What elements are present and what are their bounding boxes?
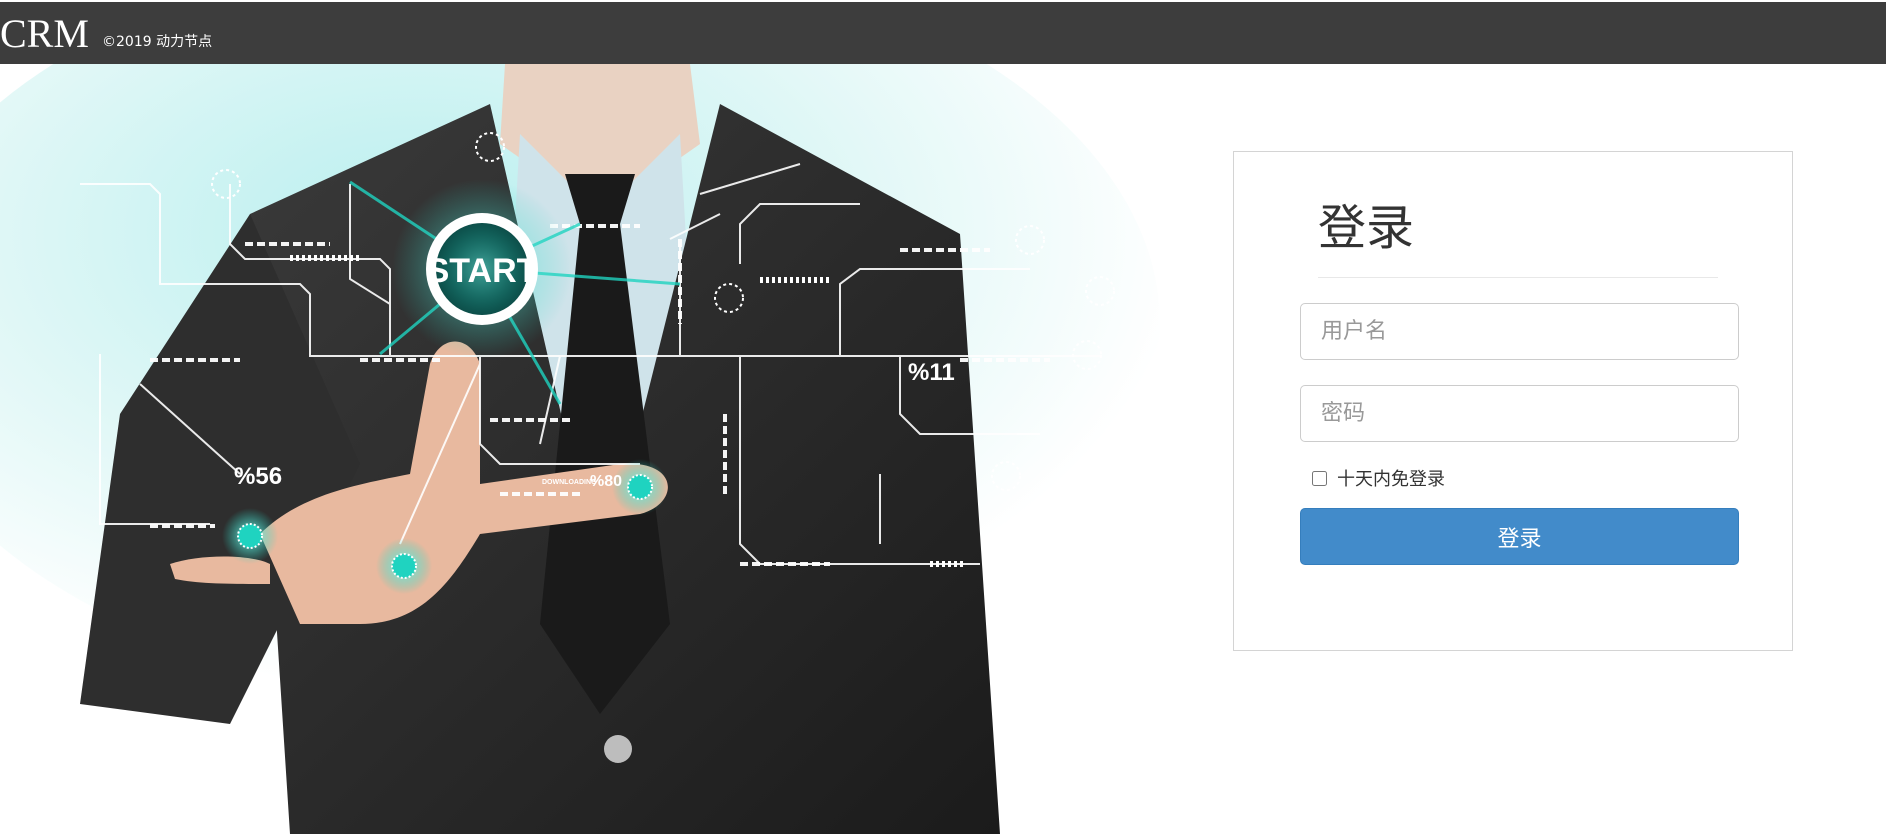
login-button[interactable]: 登录 bbox=[1300, 508, 1739, 565]
stat-downloading: DOWNLOADING bbox=[542, 479, 597, 486]
brand-logo[interactable]: CRM bbox=[0, 12, 89, 56]
hero-illustration: START %11 %56 %80 DOWNLOADING bbox=[0, 64, 1160, 834]
remember-checkbox[interactable] bbox=[1312, 470, 1327, 486]
remember-me[interactable]: 十天内免登录 bbox=[1312, 465, 1445, 491]
copyright-text: ©2019 动力节点 bbox=[102, 34, 213, 50]
username-input[interactable] bbox=[1300, 303, 1739, 360]
start-button-graphic: START bbox=[426, 213, 538, 325]
remember-label: 十天内免登录 bbox=[1337, 469, 1445, 490]
start-label: START bbox=[427, 252, 538, 290]
login-panel: 登录 十天内免登录 登录 bbox=[1233, 151, 1793, 651]
stat-56: %56 bbox=[234, 463, 282, 490]
title-divider bbox=[1318, 277, 1718, 278]
stat-11: %11 bbox=[908, 359, 955, 386]
hero-image: START %11 %56 %80 DOWNLOADING bbox=[0, 64, 1200, 834]
top-navbar: CRM ©2019 动力节点 bbox=[0, 2, 1886, 64]
login-title: 登录 bbox=[1318, 200, 1415, 256]
password-input[interactable] bbox=[1300, 385, 1739, 442]
